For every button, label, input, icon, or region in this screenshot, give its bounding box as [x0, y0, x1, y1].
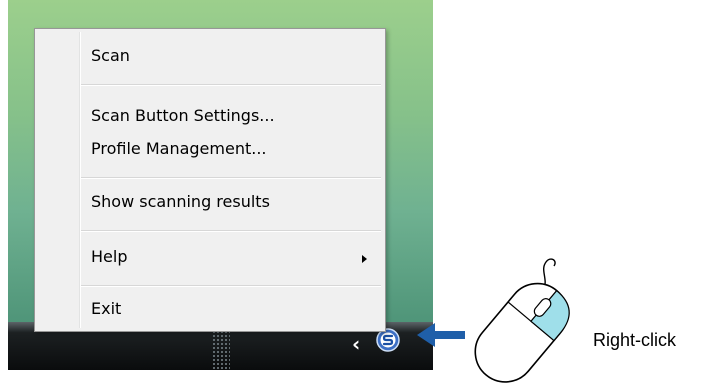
menu-separator [81, 177, 381, 179]
menu-item-scan[interactable]: Scan [91, 46, 130, 65]
menu-item-scan-button-settings[interactable]: Scan Button Settings... [91, 106, 275, 125]
menu-separator [81, 84, 381, 86]
menu-item-help[interactable]: Help [91, 247, 127, 266]
taskbar-grip[interactable] [212, 330, 230, 370]
menu-item-profile-management[interactable]: Profile Management... [91, 139, 267, 158]
pointer-arrow-icon [417, 323, 465, 347]
submenu-arrow-icon [362, 255, 367, 263]
menu-gutter [79, 32, 81, 328]
show-hidden-icons-chevron-icon[interactable]: ‹ [352, 334, 360, 354]
context-menu: Scan Scan Button Settings... Profile Man… [34, 28, 386, 332]
mouse-right-click-icon [474, 258, 570, 383]
right-click-label: Right-click [593, 330, 677, 350]
menu-separator [81, 230, 381, 232]
menu-item-exit[interactable]: Exit [91, 299, 121, 318]
menu-separator [81, 285, 381, 287]
menu-item-show-scanning-results[interactable]: Show scanning results [91, 192, 270, 211]
